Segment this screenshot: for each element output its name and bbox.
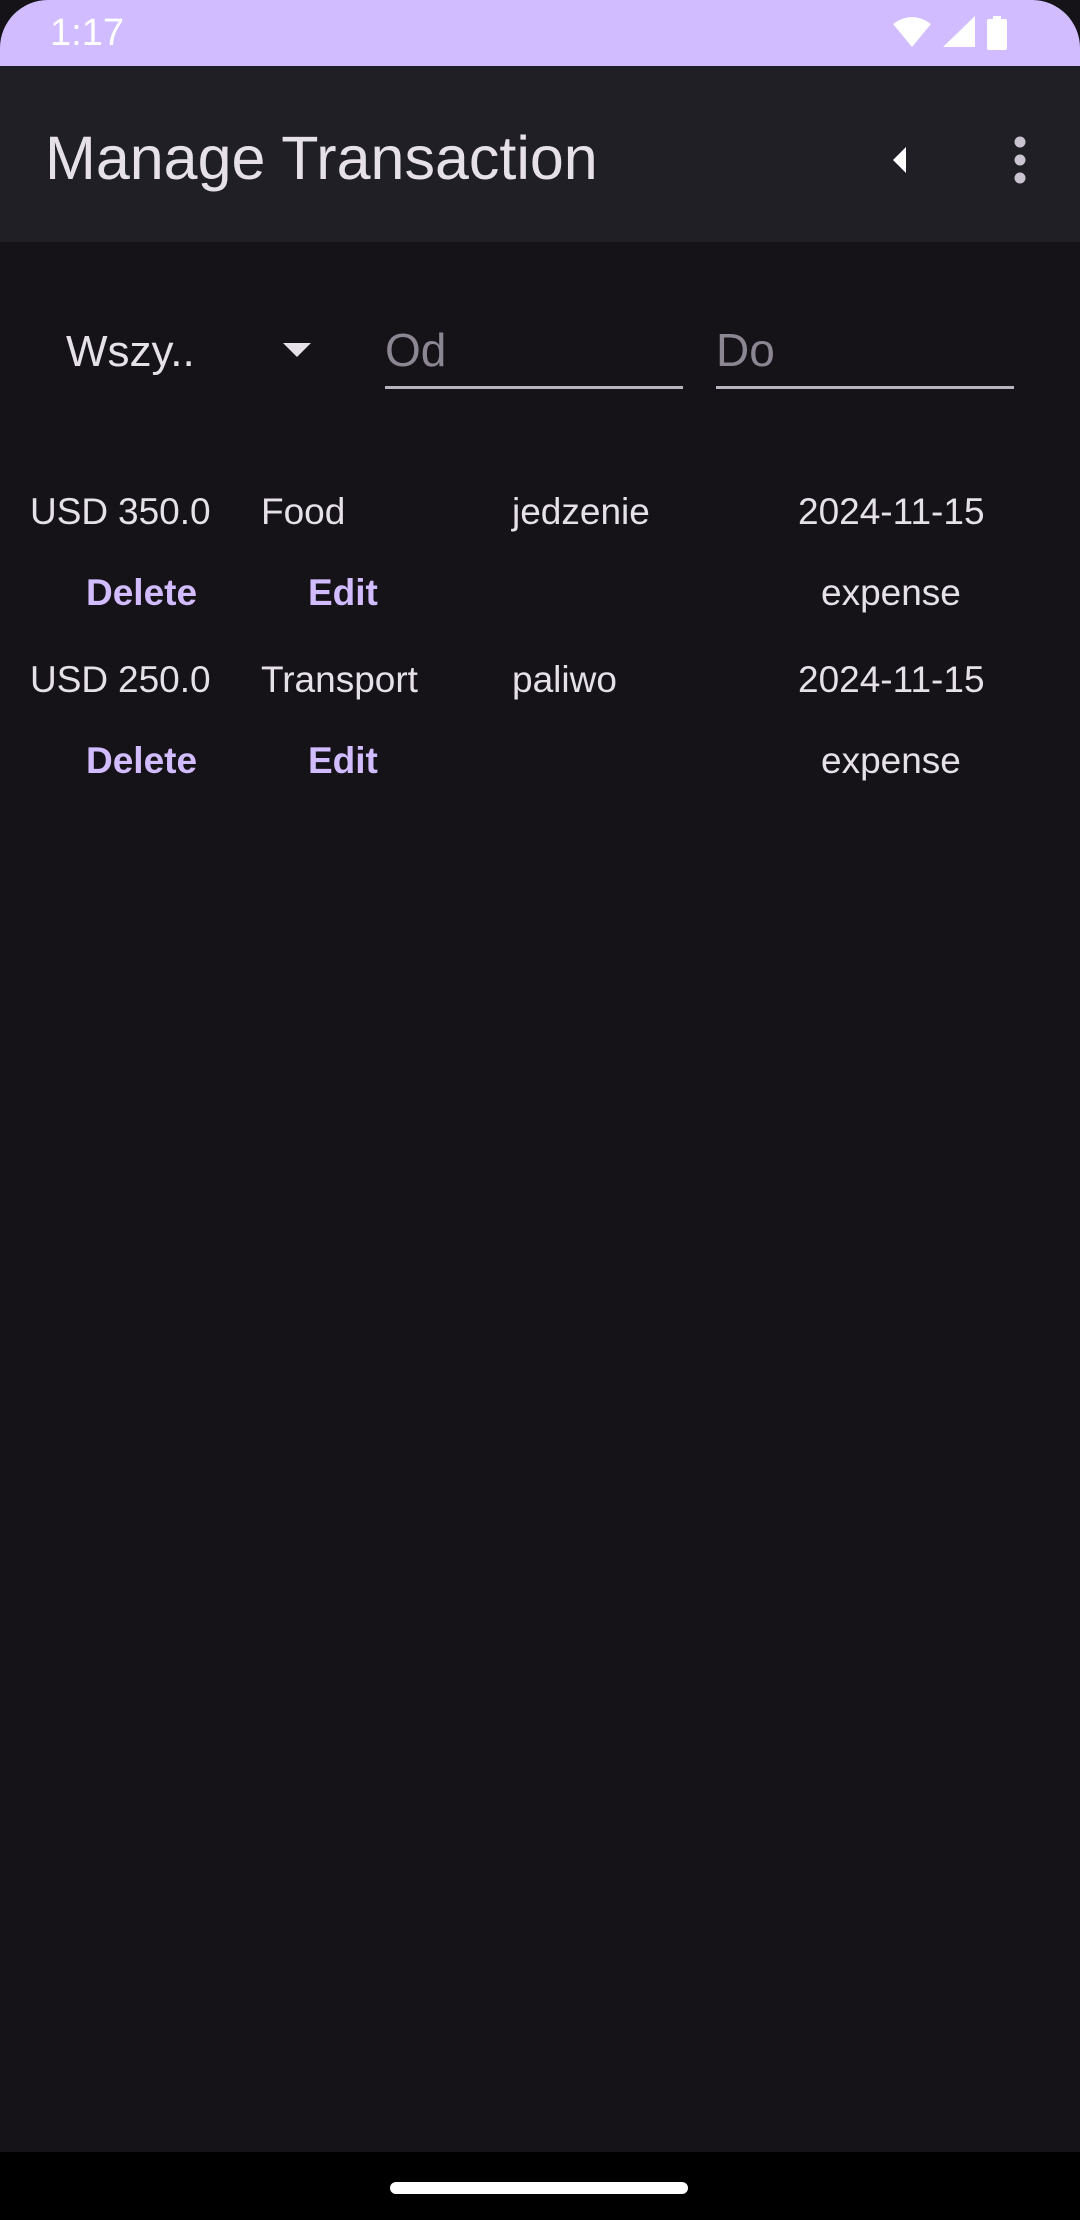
delete-button[interactable]: Delete <box>86 736 197 786</box>
status-time: 1:17 <box>50 12 124 54</box>
type-filter-dropdown[interactable]: Wszy.. <box>50 318 322 384</box>
transaction-row: USD 350.0 Food jedzenie 2024-11-15 Delet… <box>0 484 1080 652</box>
edit-button[interactable]: Edit <box>308 736 378 786</box>
transaction-description: paliwo <box>512 659 617 700</box>
delete-button[interactable]: Delete <box>86 568 197 618</box>
date-to-field[interactable] <box>716 318 1014 389</box>
edit-button[interactable]: Edit <box>308 568 378 618</box>
wifi-icon <box>892 16 932 48</box>
battery-icon <box>986 16 1008 50</box>
transaction-currency: USD <box>30 659 109 700</box>
top-app-bar: Manage Transaction <box>0 66 1080 242</box>
home-gesture-handle[interactable] <box>390 2182 688 2194</box>
date-to-input[interactable] <box>716 318 1014 382</box>
transaction-date: 2024-11-15 <box>798 491 985 532</box>
back-button[interactable] <box>870 130 930 190</box>
type-filter-value: Wszy.. <box>66 327 195 376</box>
transaction-amount: 250.0 <box>118 659 211 700</box>
transaction-row: USD 250.0 Transport paliwo 2024-11-15 De… <box>0 652 1080 820</box>
transaction-category: Food <box>261 491 346 532</box>
page-title: Manage Transaction <box>45 124 598 192</box>
back-arrow-icon <box>893 147 906 173</box>
transaction-currency: USD <box>30 491 109 532</box>
dropdown-arrow-icon <box>283 343 311 357</box>
date-from-input[interactable] <box>385 318 683 382</box>
transaction-category: Transport <box>261 659 418 700</box>
more-vertical-icon <box>1014 136 1026 184</box>
transaction-date: 2024-11-15 <box>798 659 985 700</box>
system-navigation-bar <box>0 2152 1080 2220</box>
transaction-type: expense <box>821 740 961 781</box>
overflow-menu-button[interactable] <box>990 130 1050 190</box>
status-bar: 1:17 <box>0 0 1080 66</box>
transaction-amount: 350.0 <box>118 491 211 532</box>
cellular-signal-icon <box>942 16 976 48</box>
transaction-type: expense <box>821 572 961 613</box>
status-icons <box>892 16 1008 50</box>
date-from-field[interactable] <box>385 318 683 389</box>
transaction-description: jedzenie <box>512 491 650 532</box>
